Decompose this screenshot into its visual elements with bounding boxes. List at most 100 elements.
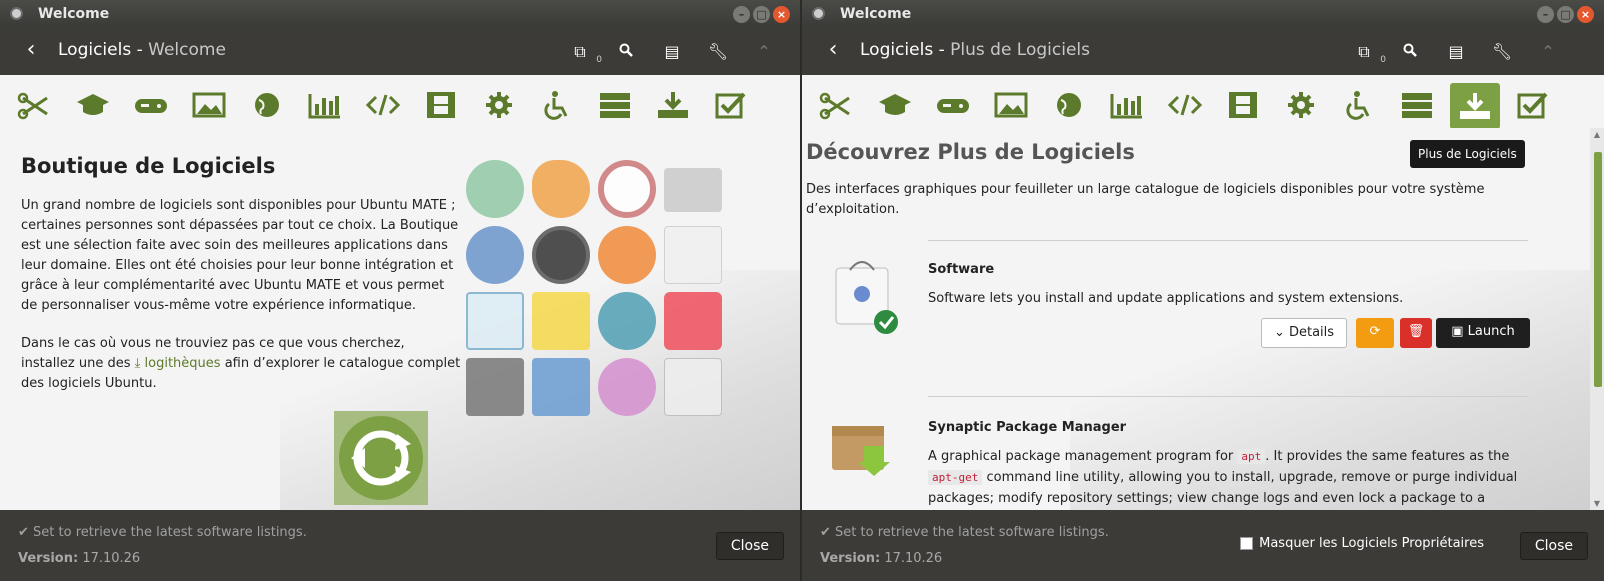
- close-window-button[interactable]: ×: [773, 6, 790, 23]
- queue-count: 0: [596, 55, 602, 65]
- vertical-scrollbar[interactable]: ▲ ▼: [1590, 128, 1604, 510]
- category-programming-icon[interactable]: [358, 83, 408, 127]
- category-universal-access-icon[interactable]: [532, 83, 582, 127]
- divider: [928, 240, 1528, 241]
- category-more-software-icon[interactable]: [1450, 83, 1500, 129]
- synaptic-app-icon: [830, 420, 892, 482]
- status-text: ✔ Set to retrieve the latest software li…: [18, 525, 307, 540]
- window-title: Welcome: [840, 6, 912, 22]
- queue-count: 0: [1380, 55, 1386, 65]
- vivaldi-icon: [664, 292, 722, 350]
- scroll-up-arrow[interactable]: ▲: [1592, 130, 1602, 139]
- page-title: Logiciels - Welcome: [58, 40, 226, 60]
- category-internet-icon[interactable]: [242, 83, 292, 127]
- version-text: Version: 17.10.26: [820, 551, 943, 566]
- news-icon[interactable]: ▤: [660, 40, 684, 64]
- category-system-tools-icon[interactable]: [1276, 83, 1326, 127]
- safe-icon: [466, 358, 524, 416]
- category-graphics-icon[interactable]: [986, 83, 1036, 127]
- app-icon: [812, 7, 825, 20]
- category-accessories-icon[interactable]: [10, 83, 60, 127]
- close-window-button[interactable]: ×: [1577, 6, 1594, 23]
- category-accessories-icon[interactable]: [812, 83, 862, 127]
- category-servers-icon[interactable]: [1392, 83, 1442, 127]
- category-games-icon[interactable]: [126, 83, 176, 127]
- category-office-icon[interactable]: [300, 83, 350, 127]
- software-app-icon: [830, 256, 902, 342]
- scroll-down-arrow[interactable]: ▼: [1592, 499, 1602, 508]
- ubuntu-mate-logo: [334, 411, 428, 505]
- featured-app-icons: [466, 160, 730, 424]
- news-icon[interactable]: ▤: [1444, 40, 1468, 64]
- category-universal-access-icon[interactable]: [1334, 83, 1384, 127]
- category-programming-icon[interactable]: [1160, 83, 1210, 127]
- search-icon[interactable]: [1398, 40, 1422, 64]
- footer-bar: ✔ Set to retrieve the latest software li…: [802, 510, 1604, 581]
- monster-icon: [598, 358, 656, 416]
- software-title: Software: [928, 262, 995, 277]
- intro-paragraph: Un grand nombre de logiciels sont dispon…: [21, 198, 459, 313]
- welcome-window-left: Welcome – □ × ‹ Logiciels - Welcome ⧉ 0 ▤…: [0, 0, 800, 581]
- page-heading: Découvrez Plus de Logiciels: [806, 140, 1135, 164]
- title-bar[interactable]: Welcome – □ ×: [0, 0, 800, 28]
- vinyl-icon: [532, 226, 590, 284]
- wrench-icon[interactable]: 🔧︎: [706, 40, 730, 64]
- category-education-icon[interactable]: [68, 83, 118, 127]
- sd-card-icon: [532, 358, 590, 416]
- app-icon: [10, 7, 23, 20]
- chevron-up-icon[interactable]: ⌃: [1536, 40, 1560, 64]
- scrollbar-thumb[interactable]: [1594, 152, 1602, 387]
- queue-icon[interactable]: ⧉ 0: [1352, 40, 1386, 65]
- search-icon[interactable]: [614, 40, 638, 64]
- chevron-up-icon[interactable]: ⌃: [752, 40, 776, 64]
- queue-icon[interactable]: ⧉ 0: [568, 40, 602, 65]
- minimize-button[interactable]: –: [1537, 6, 1554, 23]
- remove-button[interactable]: 🗑︎: [1400, 318, 1432, 348]
- category-education-icon[interactable]: [870, 83, 920, 127]
- status-text: ✔ Set to retrieve the latest software li…: [820, 525, 1109, 540]
- eclipse-icon: [598, 160, 656, 218]
- close-button[interactable]: Close: [1519, 532, 1588, 560]
- category-tooltip: Plus de Logiciels: [1410, 140, 1525, 168]
- hide-proprietary-checkbox[interactable]: Masquer les Logiciels Propriétaires: [1240, 536, 1484, 551]
- back-arrow-icon[interactable]: ‹: [820, 37, 846, 63]
- chameleon-icon: [598, 292, 656, 350]
- page-title: Logiciels - Plus de Logiciels: [860, 40, 1091, 60]
- category-internet-icon[interactable]: [1044, 83, 1094, 127]
- category-graphics-icon[interactable]: [184, 83, 234, 127]
- category-more-software-icon[interactable]: [648, 83, 698, 127]
- launch-button[interactable]: ▣ Launch: [1436, 318, 1530, 348]
- software-boutique-link[interactable]: ⤓ logithèques: [135, 356, 221, 371]
- maximize-button[interactable]: □: [1557, 6, 1574, 23]
- category-fixes-icon[interactable]: [706, 83, 756, 127]
- checkbox-box[interactable]: [1240, 537, 1254, 550]
- category-games-icon[interactable]: [928, 83, 978, 127]
- version-text: Version: 17.10.26: [18, 551, 141, 566]
- category-sound-video-icon[interactable]: [1218, 83, 1268, 127]
- secondary-paragraph: Dans le cas où vous ne trouviez pas ce q…: [21, 336, 461, 391]
- category-servers-icon[interactable]: [590, 83, 640, 127]
- title-bar[interactable]: Welcome – □ ×: [802, 0, 1604, 28]
- notepad-icon: [532, 292, 590, 350]
- page-heading: Boutique de Logiciels: [21, 154, 276, 178]
- computer-icon: [664, 168, 722, 212]
- welcome-window-right: Welcome – □ × ‹ Logiciels - Plus de Logi…: [802, 0, 1604, 581]
- writer-icon: [466, 226, 524, 284]
- category-sound-video-icon[interactable]: [416, 83, 466, 127]
- back-arrow-icon[interactable]: ‹: [18, 37, 44, 63]
- category-office-icon[interactable]: [1102, 83, 1152, 127]
- minimize-button[interactable]: –: [733, 6, 750, 23]
- wrench-icon[interactable]: 🔧︎: [1490, 40, 1514, 64]
- maximize-button[interactable]: □: [753, 6, 770, 23]
- synaptic-title: Synaptic Package Manager: [928, 420, 1127, 435]
- header-bar: ‹ Logiciels - Plus de Logiciels ⧉ 0 ▤ 🔧︎ …: [802, 28, 1604, 75]
- details-button[interactable]: ⌄ Details: [1261, 318, 1347, 348]
- footer-bar: ✔ Set to retrieve the latest software li…: [0, 510, 800, 581]
- mysql-workbench-icon: [466, 292, 524, 350]
- reinstall-button[interactable]: ⟳: [1356, 318, 1394, 348]
- category-system-tools-icon[interactable]: [474, 83, 524, 127]
- category-fixes-icon[interactable]: [1508, 83, 1558, 127]
- close-button[interactable]: Close: [715, 532, 784, 560]
- synaptic-description: A graphical package management program f…: [928, 449, 1518, 506]
- software-description: Software lets you install and update app…: [928, 291, 1404, 306]
